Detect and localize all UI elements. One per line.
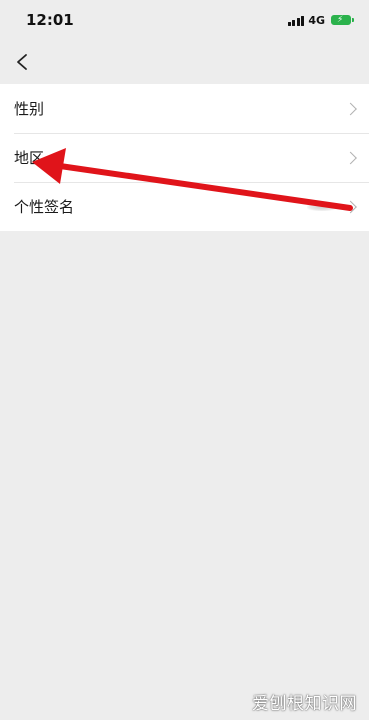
network-type: 4G — [308, 13, 325, 27]
signature-value-redacted — [307, 202, 337, 211]
settings-list: 性别 地区 个性签名 — [0, 84, 369, 231]
list-item-gender[interactable]: 性别 — [0, 84, 369, 133]
status-time: 12:01 — [26, 11, 74, 29]
chevron-right-icon — [344, 200, 357, 213]
charging-bolt-icon: ⚡ — [337, 15, 344, 25]
list-item-region[interactable]: 地区 — [0, 133, 369, 182]
signal-icon — [287, 15, 305, 26]
list-item-signature[interactable]: 个性签名 — [0, 182, 369, 231]
list-item-label: 个性签名 — [14, 198, 75, 216]
list-item-label: 性别 — [14, 100, 45, 118]
status-indicators: 4G ⚡ — [287, 13, 354, 27]
status-bar: 12:01 4G ⚡ — [0, 0, 369, 40]
chevron-left-icon — [17, 54, 27, 70]
battery-icon: ⚡ — [331, 15, 354, 25]
chevron-right-icon — [344, 102, 357, 115]
watermark-text: 爱刨根知识网 — [252, 694, 357, 714]
screen: 12:01 4G ⚡ 性别 地区 个性签名 爱刨根知识网 — [0, 0, 369, 720]
back-button[interactable] — [8, 48, 36, 76]
chevron-right-icon — [344, 151, 357, 164]
nav-bar — [0, 40, 369, 84]
list-item-label: 地区 — [14, 149, 45, 167]
